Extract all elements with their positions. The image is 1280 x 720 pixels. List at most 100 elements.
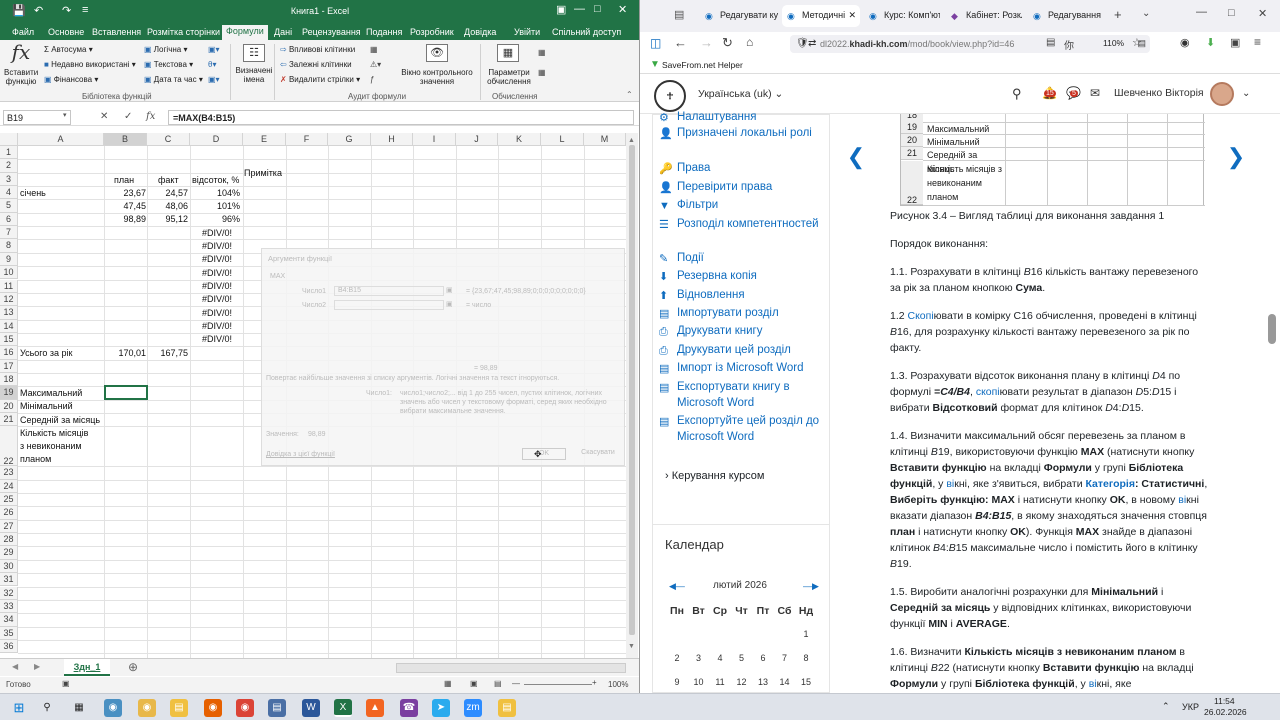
row-header[interactable]: 11: [0, 279, 18, 293]
next-sheet-icon[interactable]: ▶: [34, 662, 40, 671]
function-arguments-dialog[interactable]: Аргументи функції MAX Число1 B4:B15 ▣ = …: [261, 248, 625, 466]
excel-icon[interactable]: X: [334, 699, 352, 717]
plan-cell[interactable]: 23,67: [104, 188, 146, 198]
div-error-cell[interactable]: #DIV/0!: [190, 321, 232, 331]
forward-icon[interactable]: →: [700, 35, 713, 50]
calendar-day[interactable]: 13: [753, 677, 773, 687]
logical-button[interactable]: ▣ Логічна ▾: [144, 45, 187, 54]
insert-function-button[interactable]: Вставити функцію: [4, 68, 38, 86]
course-admin-toggle[interactable]: › Керування курсом: [665, 470, 765, 482]
defined-names-icon[interactable]: ☷: [243, 44, 265, 62]
tab-developer[interactable]: Розробник: [406, 26, 458, 38]
share-button[interactable]: Спільний доступ: [548, 26, 625, 38]
zoom-out-icon[interactable]: —: [512, 679, 520, 688]
language-indicator[interactable]: УКР: [1182, 702, 1199, 712]
app-icon[interactable]: ◉: [104, 699, 122, 717]
row-header[interactable]: 14: [0, 319, 18, 333]
collapse-ribbon-icon[interactable]: ⌃: [626, 90, 633, 99]
bookmark-star-icon[interactable]: ☆: [1132, 36, 1142, 49]
firefox-icon[interactable]: ◉: [204, 699, 222, 717]
percent-cell[interactable]: 101%: [190, 201, 240, 211]
folder-icon[interactable]: ▤: [170, 699, 188, 717]
page-break-view-icon[interactable]: ▤: [494, 679, 502, 688]
div-error-cell[interactable]: #DIV/0!: [190, 254, 232, 264]
show-formulas-icon[interactable]: ▦: [370, 45, 378, 54]
browser-tab[interactable]: ◉ Редагувати ку: [700, 5, 780, 27]
error-checking-icon[interactable]: ⚠▾: [370, 60, 381, 69]
autosum-button[interactable]: Σ Автосума ▾: [44, 45, 93, 54]
math-icon[interactable]: θ▾: [208, 60, 216, 69]
security-icon[interactable]: 🛡: [796, 38, 809, 49]
calendar-day[interactable]: 7: [775, 653, 795, 663]
vertical-scrollbar[interactable]: ▲ ▼: [626, 133, 638, 658]
row-header[interactable]: 24: [0, 479, 18, 494]
normal-view-icon[interactable]: ▦: [444, 679, 452, 688]
calc-now-icon[interactable]: ▦: [538, 48, 546, 57]
row-header[interactable]: 17: [0, 359, 18, 373]
app-icon[interactable]: ▲: [366, 699, 384, 717]
user-menu-chevron-icon[interactable]: ⌄: [1242, 88, 1250, 99]
app-icon[interactable]: ◉: [138, 699, 156, 717]
namebox-dropdown-icon[interactable]: ▾: [63, 111, 67, 119]
name-box[interactable]: B19: [3, 110, 71, 125]
row-header[interactable]: 16: [0, 346, 18, 360]
next-month-icon[interactable]: —▶: [803, 581, 819, 592]
column-header[interactable]: J: [456, 133, 498, 146]
arg2-input[interactable]: [334, 300, 444, 310]
language-selector[interactable]: Українська (uk) ⌄: [698, 88, 783, 100]
column-header[interactable]: E: [243, 133, 286, 146]
label-min[interactable]: Мінімальний: [20, 401, 73, 411]
plan-cell[interactable]: 98,89: [104, 214, 146, 224]
div-error-cell[interactable]: #DIV/0!: [190, 228, 232, 238]
fact-cell[interactable]: 24,57: [147, 188, 188, 198]
datetime-button[interactable]: ▣ Дата та час ▾: [144, 75, 203, 84]
chrome-icon[interactable]: ◉: [236, 699, 254, 717]
calendar-day[interactable]: 6: [753, 653, 773, 663]
zoom-slider[interactable]: [524, 684, 592, 685]
search-icon[interactable]: ⚲: [38, 699, 56, 717]
row-header[interactable]: 8: [0, 239, 18, 253]
row-header[interactable]: 30: [0, 559, 18, 574]
header-note[interactable]: Примітка: [244, 168, 282, 178]
watch-window-icon[interactable]: 👁: [426, 44, 448, 62]
tab-view[interactable]: Подання: [362, 26, 406, 38]
calc-options-button[interactable]: Параметри обчислення: [484, 68, 534, 86]
help-link[interactable]: Довідка з цієї функції: [266, 451, 335, 458]
calendar-day[interactable]: 9: [667, 677, 687, 687]
watch-window-button[interactable]: Вікно контрольного значення: [398, 68, 476, 86]
prev-month-icon[interactable]: ◀—: [669, 581, 685, 592]
remove-arrows-button[interactable]: ✗ Видалити стрілки ▾: [280, 75, 360, 84]
select-all-corner[interactable]: [0, 133, 18, 146]
row-header[interactable]: 28: [0, 533, 18, 547]
back-icon[interactable]: ←: [674, 35, 687, 50]
nav-export-chapter-word[interactable]: ▤ Експортуйте цей розділ до Microsoft Wor…: [659, 413, 827, 445]
calendar-day[interactable]: 10: [689, 677, 709, 687]
more-functions-icon[interactable]: ▣▾: [208, 75, 220, 84]
worksheet-grid[interactable]: ABCDEFGHIJKLM 1 2 3 4 5 6 7 8 9 10 11 12 13 14 15 16 17 1…: [0, 133, 627, 658]
column-header[interactable]: F: [286, 133, 328, 146]
column-header[interactable]: A: [18, 133, 104, 146]
close-tab-icon[interactable]: ✕: [848, 10, 856, 21]
cancel-entry-icon[interactable]: ✕: [100, 111, 108, 122]
selected-cell-b19[interactable]: [104, 385, 148, 400]
row-header[interactable]: 19: [0, 386, 18, 400]
row-header[interactable]: 34: [0, 613, 18, 627]
tab-review[interactable]: Рецензування: [298, 26, 365, 38]
financial-button[interactable]: ▣ Фінансова ▾: [44, 75, 98, 84]
row-header[interactable]: 23: [0, 466, 18, 480]
arg1-input[interactable]: B4:B15: [334, 286, 444, 296]
task-view-icon[interactable]: ▦: [70, 699, 88, 717]
label-months-3[interactable]: планом: [20, 454, 51, 464]
row-header[interactable]: 27: [0, 519, 18, 534]
div-error-cell[interactable]: #DIV/0!: [190, 294, 232, 304]
row-header[interactable]: 2: [0, 159, 18, 173]
browser-tab[interactable]: ◆ Кабінет: Розкл: [946, 5, 1022, 27]
tab-data[interactable]: Дані: [270, 26, 296, 38]
vertical-scroll-thumb[interactable]: [629, 145, 635, 635]
scroll-down-icon[interactable]: ▼: [628, 643, 635, 650]
row-header[interactable]: 3: [0, 172, 18, 187]
total-fact[interactable]: 167,75: [147, 348, 188, 358]
calendar-day[interactable]: 14: [775, 677, 795, 687]
calendar-day[interactable]: 4: [710, 653, 730, 663]
maximize-icon[interactable]: □: [1228, 7, 1235, 19]
